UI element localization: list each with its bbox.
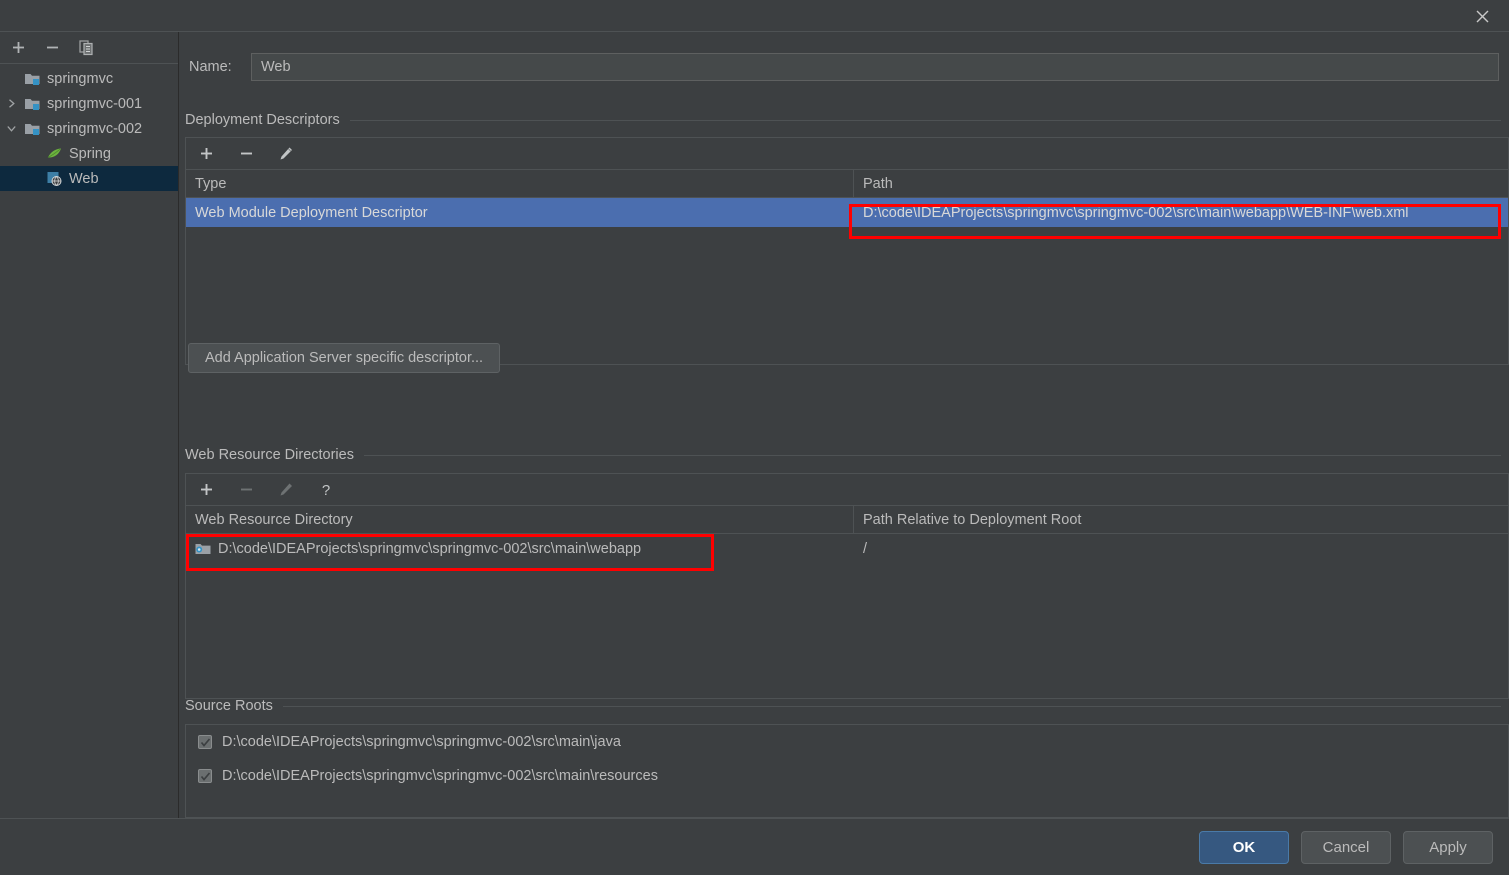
minus-icon bbox=[240, 152, 252, 155]
close-icon bbox=[1476, 10, 1488, 22]
facet-name-row: Name: bbox=[189, 52, 1499, 82]
title-bar bbox=[0, 0, 1509, 31]
cell-text: D:\code\IDEAProjects\springmvc\springmvc… bbox=[218, 540, 642, 557]
tree-item-label: Web bbox=[69, 170, 99, 187]
help-web-resource-button[interactable]: ? bbox=[315, 479, 337, 501]
cell-path-relative: / bbox=[863, 540, 868, 557]
table-header-row: Type Path bbox=[186, 170, 1508, 198]
web-resource-directories-toolbar: ? bbox=[186, 474, 1508, 506]
source-root-checkbox[interactable] bbox=[198, 735, 212, 749]
table-body: Web Module Deployment Descriptor D:\code… bbox=[186, 198, 1508, 227]
tree-toolbar-divider bbox=[0, 63, 178, 64]
add-module-button[interactable] bbox=[6, 36, 30, 60]
check-icon bbox=[200, 737, 210, 747]
cell-path: D:\code\IDEAProjects\springmvc\springmvc… bbox=[863, 204, 1409, 221]
dialog-footer: OK Cancel Apply bbox=[0, 819, 1509, 875]
facet-name-input[interactable] bbox=[251, 53, 1499, 81]
remove-web-resource-button bbox=[235, 479, 257, 501]
cell-type: Web Module Deployment Descriptor bbox=[195, 204, 428, 221]
ok-button[interactable]: OK bbox=[1199, 830, 1289, 864]
tree-item-label: springmvc-002 bbox=[47, 120, 143, 137]
facet-name-label: Name: bbox=[189, 59, 232, 75]
cell-web-resource-directory: D:\code\IDEAProjects\springmvc\springmvc… bbox=[186, 534, 854, 563]
tree-item-springmvc-002[interactable]: springmvc-002 bbox=[0, 116, 178, 141]
add-server-descriptor-button[interactable]: Add Application Server specific descript… bbox=[188, 343, 501, 373]
source-root-path: D:\code\IDEAProjects\springmvc\springmvc… bbox=[222, 768, 658, 784]
tree-item-springmvc-001[interactable]: springmvc-001 bbox=[0, 91, 178, 116]
pencil-icon bbox=[280, 147, 292, 159]
svg-text:?: ? bbox=[322, 482, 330, 498]
source-root-path: D:\code\IDEAProjects\springmvc\springmvc… bbox=[222, 734, 621, 750]
tree-item-springmvc[interactable]: springmvc bbox=[0, 66, 178, 91]
minus-icon bbox=[240, 488, 252, 491]
deployment-descriptors-group-title: Deployment Descriptors bbox=[185, 111, 1501, 129]
table-row[interactable]: Web Module Deployment Descriptor D:\code… bbox=[186, 198, 1508, 227]
source-roots-list: D:\code\IDEAProjects\springmvc\springmvc… bbox=[185, 724, 1509, 818]
source-root-item[interactable]: D:\code\IDEAProjects\springmvc\springmvc… bbox=[186, 725, 1508, 759]
close-window-button[interactable] bbox=[1467, 4, 1497, 28]
question-icon: ? bbox=[322, 482, 330, 498]
edit-web-resource-button bbox=[275, 479, 297, 501]
deployment-descriptors-table: Type Path Web Module Deployment Descript… bbox=[186, 170, 1508, 227]
tree-item-web-facet[interactable]: Web bbox=[0, 166, 178, 191]
chevron-right-icon[interactable] bbox=[0, 91, 22, 116]
source-roots-title: Source Roots bbox=[185, 698, 273, 714]
group-title-rule bbox=[282, 705, 1501, 707]
module-tree-panel: springmvc springmvc-001 springmvc-002 Sp… bbox=[0, 32, 178, 818]
web-resource-directories-group-title: Web Resource Directories bbox=[185, 446, 1501, 464]
deployment-descriptors-toolbar bbox=[186, 138, 1508, 170]
module-icon bbox=[22, 66, 42, 91]
remove-module-button[interactable] bbox=[40, 36, 64, 60]
table-body: D:\code\IDEAProjects\springmvc\springmvc… bbox=[186, 534, 1508, 563]
tree-item-label: springmvc-001 bbox=[47, 95, 143, 112]
column-header-web-resource-directory[interactable]: Web Resource Directory bbox=[186, 506, 854, 533]
group-title-rule bbox=[349, 119, 1501, 121]
table-header-row: Web Resource Directory Path Relative to … bbox=[186, 506, 1508, 534]
cancel-button[interactable]: Cancel bbox=[1301, 830, 1391, 864]
check-icon bbox=[200, 771, 210, 781]
copy-icon bbox=[78, 40, 93, 56]
module-tree-toolbar bbox=[0, 32, 178, 63]
pencil-icon bbox=[280, 483, 292, 495]
web-facet-icon bbox=[44, 166, 64, 191]
deployment-descriptors-panel: Type Path Web Module Deployment Descript… bbox=[185, 137, 1509, 365]
add-descriptor-button[interactable] bbox=[195, 143, 217, 165]
column-header-path-relative[interactable]: Path Relative to Deployment Root bbox=[854, 506, 1508, 533]
plus-icon bbox=[12, 42, 24, 53]
facet-settings-panel: Name: Deployment Descriptors bbox=[179, 32, 1509, 818]
spring-leaf-icon bbox=[44, 141, 64, 166]
column-header-path[interactable]: Path bbox=[854, 170, 1508, 197]
source-root-item[interactable]: D:\code\IDEAProjects\springmvc\springmvc… bbox=[186, 759, 1508, 793]
source-roots-group-title: Source Roots bbox=[185, 697, 1501, 715]
module-tree: springmvc springmvc-001 springmvc-002 Sp… bbox=[0, 66, 178, 191]
module-icon bbox=[22, 91, 42, 116]
group-title-rule bbox=[363, 454, 1501, 456]
web-resource-directories-title: Web Resource Directories bbox=[185, 447, 354, 463]
table-row[interactable]: D:\code\IDEAProjects\springmvc\springmvc… bbox=[186, 534, 1508, 563]
remove-descriptor-button[interactable] bbox=[235, 143, 257, 165]
folder-icon bbox=[195, 542, 211, 556]
tree-item-label: Spring bbox=[69, 145, 111, 162]
module-icon bbox=[22, 116, 42, 141]
plus-icon bbox=[200, 148, 212, 159]
edit-descriptor-button[interactable] bbox=[275, 143, 297, 165]
column-header-type[interactable]: Type bbox=[186, 170, 854, 197]
deployment-descriptors-title: Deployment Descriptors bbox=[185, 112, 340, 128]
tree-item-spring-facet[interactable]: Spring bbox=[0, 141, 178, 166]
minus-icon bbox=[46, 46, 58, 49]
apply-button[interactable]: Apply bbox=[1403, 830, 1493, 864]
chevron-down-icon[interactable] bbox=[0, 116, 22, 141]
tree-item-label: springmvc bbox=[47, 70, 114, 87]
add-web-resource-button[interactable] bbox=[195, 479, 217, 501]
plus-icon bbox=[200, 484, 212, 495]
web-resource-directories-table: Web Resource Directory Path Relative to … bbox=[186, 506, 1508, 563]
web-resource-directories-panel: ? Web Resource Directory Path Relative t… bbox=[185, 473, 1509, 699]
copy-module-button[interactable] bbox=[74, 36, 98, 60]
source-root-checkbox[interactable] bbox=[198, 769, 212, 783]
